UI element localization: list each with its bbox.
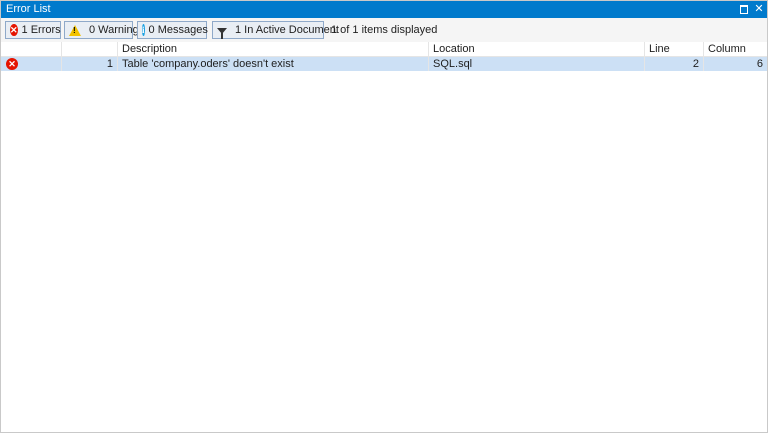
errors-label: 1 Errors [21,24,61,36]
error-list-toolbar: ✕ 1 Errors ! 0 Warnings i 0 Messages 1 I… [1,18,767,42]
filter-icon [217,28,227,39]
active-document-filter-button[interactable]: 1 In Active Document [212,21,339,39]
error-icon: ✕ [10,24,18,36]
messages-filter-button[interactable]: i 0 Messages [137,21,208,39]
warnings-label: 0 Warnings [89,24,145,36]
location-cell: SQL.sql [429,57,645,71]
maximize-button[interactable] [737,2,751,16]
error-list-panel: Error List ✕ ✕ 1 Errors ! 0 Warnings i 0… [0,0,768,433]
description-cell: Table 'company.oders' doesn't exist [118,57,429,71]
close-icon: ✕ [754,3,764,15]
maximize-icon [740,5,748,14]
line-column-header[interactable]: Line [645,42,704,56]
panel-title: Error List [6,3,51,15]
table-row[interactable]: ✕ 1 Table 'company.oders' doesn't exist … [1,57,767,71]
column-column-header[interactable]: Column [704,42,767,56]
messages-label: 0 Messages [148,24,208,36]
description-column-header[interactable]: Description [118,42,429,56]
info-icon: i [142,24,145,36]
location-column-header[interactable]: Location [429,42,645,56]
grid-header: Description Location Line Column [1,42,767,57]
error-icon: ✕ [6,58,18,70]
line-cell: 2 [645,57,704,71]
active-document-label: 1 In Active Document [235,24,339,36]
severity-cell: ✕ [1,57,62,71]
warnings-filter-button[interactable]: ! 0 Warnings [64,21,144,39]
items-displayed-status: 1 of 1 items displayed [331,24,438,36]
index-cell: 1 [62,57,118,71]
close-button[interactable]: ✕ [752,2,766,16]
column-cell: 6 [756,58,763,70]
index-column-header[interactable] [62,42,118,56]
severity-column-header[interactable] [1,42,62,56]
errors-filter-button[interactable]: ✕ 1 Errors [5,21,61,39]
title-bar: Error List ✕ [1,1,767,18]
warning-icon: ! [69,24,81,36]
